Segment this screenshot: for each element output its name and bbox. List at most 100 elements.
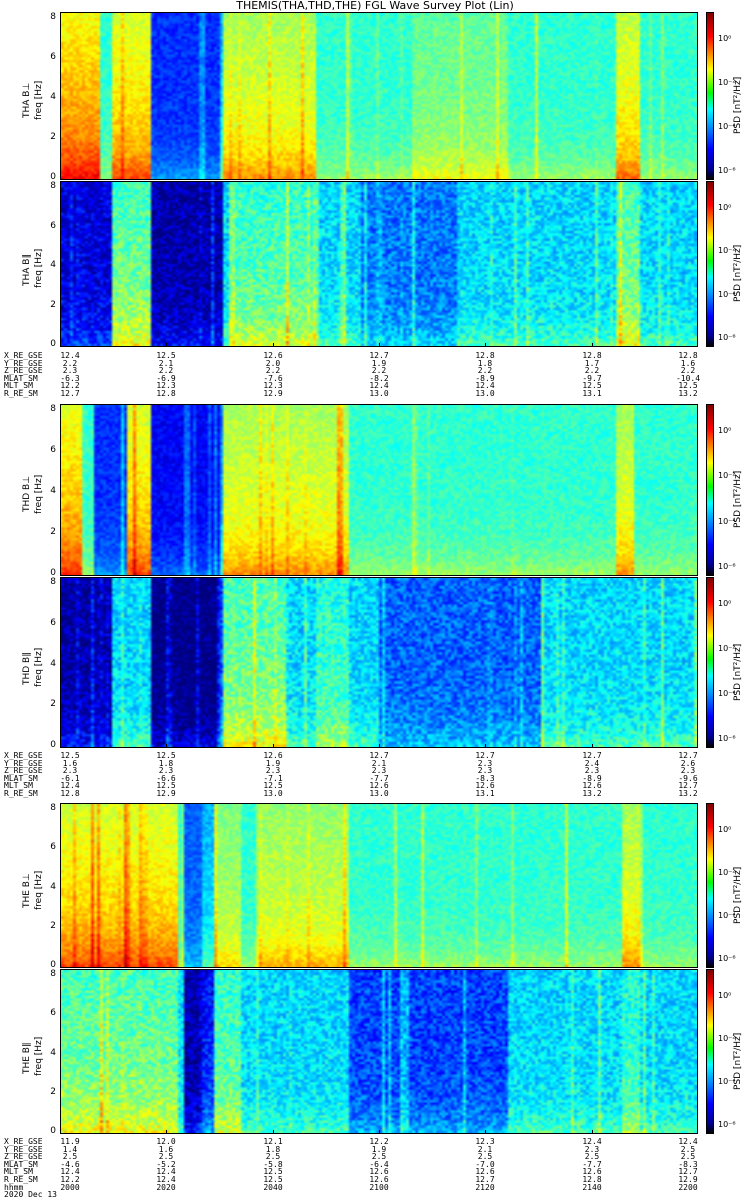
colorbar-label: PSD [nT²/Hz] (733, 1032, 743, 1090)
colorbar-tick-label: 10⁰ (718, 426, 732, 435)
y-tick-label: 2 (50, 1086, 56, 1097)
spectrogram-panel-tha-bperp (60, 12, 698, 180)
y-axis-unit-label: freq [Hz] (34, 248, 44, 288)
x-tick-mark (697, 1130, 698, 1134)
colorbar-tick-label: 10⁻⁶ (718, 1120, 736, 1129)
y-tick-label: 0 (50, 740, 56, 750)
y-axis-unit-label: freq [Hz] (34, 80, 44, 120)
ephemeris-value: 13.0 (263, 789, 283, 798)
x-tick-mark (273, 343, 274, 347)
ephemeris-value: 12.8 (156, 389, 176, 398)
x-tick-mark (697, 343, 698, 347)
y-tick-label: 6 (50, 445, 56, 455)
colorbar (706, 12, 714, 180)
y-tick-label: 2 (50, 132, 56, 142)
spectrogram-panel-the-bpar (60, 969, 698, 1134)
ephemeris-value: 2200 (678, 1182, 698, 1192)
y-tick-label: 6 (50, 52, 56, 62)
colorbar-tick-label: 10⁻⁶ (718, 954, 736, 963)
spectrogram-panel-thd-bpar (60, 577, 698, 748)
y-tick-label: 6 (50, 617, 56, 628)
ephemeris-value: 13.1 (582, 389, 602, 398)
y-axis-unit-label: freq [Hz] (34, 870, 44, 910)
y-tick-label: 8 (50, 969, 56, 979)
x-tick-mark (592, 744, 593, 748)
spectrogram-image (61, 13, 697, 179)
y-axis-unit-label: freq [Hz] (34, 474, 44, 514)
plot-title: THEMIS(THA,THD,THE) FGL Wave Survey Plot… (236, 0, 514, 12)
ephemeris-value: 13.1 (475, 789, 495, 798)
y-tick-label: 4 (50, 486, 56, 496)
ephemeris-value: 12.9 (156, 789, 176, 798)
x-tick-mark (592, 1130, 593, 1134)
y-tick-label: 8 (50, 803, 56, 813)
y-axis-label: THA B∥ (22, 254, 32, 286)
y-tick-label: 6 (50, 1008, 56, 1019)
ephemeris-value: 2100 (369, 1182, 389, 1192)
spectrogram-image (61, 578, 697, 747)
ephemeris-value: 12.9 (263, 389, 283, 398)
spectrogram-panel-thd-bperp (60, 404, 698, 576)
ephemeris-value: 13.2 (678, 789, 698, 798)
x-tick-mark (60, 744, 61, 748)
ephemeris-value: 13.0 (369, 389, 389, 398)
colorbar (706, 404, 714, 576)
ephemeris-value: 12.7 (60, 389, 80, 398)
spectrogram-image (61, 970, 697, 1133)
y-tick-label: 6 (50, 220, 56, 231)
y-tick-label: 2 (50, 699, 56, 710)
x-tick-mark (485, 343, 486, 347)
y-axis-unit-label: freq [Hz] (34, 1036, 44, 1076)
y-tick-label: 8 (50, 181, 56, 191)
x-tick-mark (166, 1130, 167, 1134)
y-tick-label: 2 (50, 299, 56, 310)
x-tick-mark (273, 744, 274, 748)
ephemeris-value: 2120 (475, 1182, 495, 1192)
colorbar-tick-label: 10⁰ (718, 34, 732, 43)
date-label: 2020 Dec 13 (4, 1190, 57, 1200)
colorbar-tick-label: 10⁰ (718, 825, 732, 834)
x-tick-mark (485, 744, 486, 748)
y-tick-label: 8 (50, 12, 56, 22)
ephemeris-row-name: R_RE_SM (4, 789, 38, 798)
colorbar-tick-label: 10⁻⁶ (718, 562, 736, 571)
colorbar (706, 181, 714, 347)
colorbar-tick-label: 10⁰ (718, 991, 732, 1000)
x-tick-mark (697, 744, 698, 748)
x-tick-mark (379, 744, 380, 748)
ephemeris-value: 2000 (60, 1182, 80, 1192)
x-tick-mark (592, 343, 593, 347)
y-tick-label: 2 (50, 527, 56, 537)
colorbar-label: PSD [nT²/Hz] (733, 470, 743, 528)
ephemeris-row-name: R_RE_SM (4, 389, 38, 398)
ephemeris-value: 2020 (156, 1182, 176, 1192)
spectrogram-panel-tha-bpar (60, 181, 698, 347)
y-axis-label: THE B∥ (22, 1042, 32, 1074)
y-axis-label: THA B⊥ (22, 82, 32, 118)
colorbar (706, 803, 714, 968)
colorbar (706, 969, 714, 1134)
y-tick-label: 4 (50, 260, 56, 270)
colorbar-label: PSD [nT²/Hz] (733, 244, 743, 302)
x-tick-mark (166, 343, 167, 347)
spectrogram-panel-the-bperp (60, 803, 698, 968)
colorbar-tick-label: 10⁻⁶ (718, 333, 736, 342)
spectrogram-image (61, 182, 697, 346)
y-tick-label: 6 (50, 842, 56, 853)
colorbar-label: PSD [nT²/Hz] (733, 643, 743, 701)
spectrogram-image (61, 405, 697, 575)
colorbar-label: PSD [nT²/Hz] (733, 866, 743, 924)
y-tick-label: 4 (50, 1047, 56, 1058)
colorbar (706, 577, 714, 748)
ephemeris-value: 2040 (263, 1182, 283, 1192)
x-tick-mark (379, 343, 380, 347)
x-tick-mark (379, 1130, 380, 1134)
y-axis-unit-label: freq [Hz] (34, 647, 44, 687)
colorbar-tick-label: 10⁻⁶ (718, 166, 736, 175)
y-tick-label: 2 (50, 920, 56, 931)
y-tick-label: 0 (50, 1126, 56, 1136)
y-axis-label: THE B⊥ (22, 872, 32, 908)
y-tick-label: 4 (50, 658, 56, 669)
ephemeris-value: 12.8 (60, 789, 80, 798)
colorbar-tick-label: 10⁰ (718, 203, 732, 212)
